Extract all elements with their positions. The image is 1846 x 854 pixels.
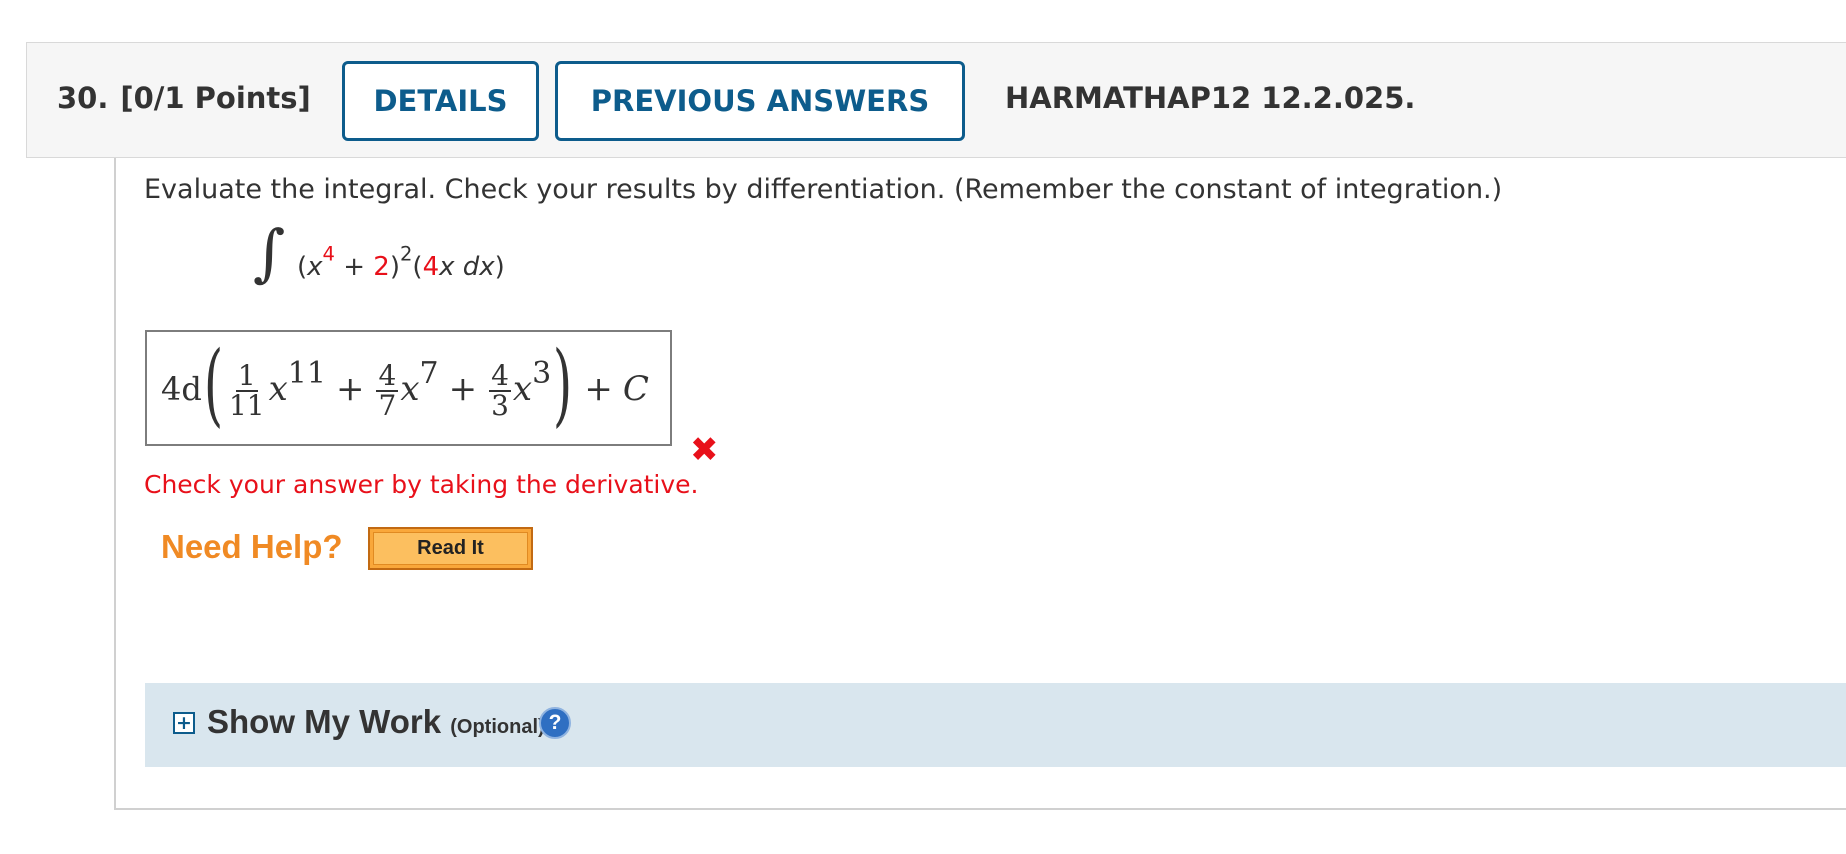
fraction-2: 47 <box>376 359 399 422</box>
show-my-work-optional: (Optional) <box>450 716 545 738</box>
integrand-coef-4: 4 <box>422 252 440 282</box>
term-1-var: x <box>268 369 288 409</box>
integrand-close-paren-2: ) <box>494 252 505 282</box>
integrand-exp-4: 4 <box>322 242 335 266</box>
fraction-2-numerator: 4 <box>376 359 399 392</box>
show-my-work-title: Show My Work <box>207 703 442 740</box>
integrand-const-2: 2 <box>373 252 390 282</box>
help-icon[interactable]: ? <box>539 707 571 739</box>
fraction-3-denominator: 3 <box>491 389 509 422</box>
constant-of-integration: C <box>622 369 649 409</box>
read-it-label: Read It <box>373 532 528 565</box>
need-help-label: Need Help? <box>161 528 343 565</box>
previous-answers-button[interactable]: PREVIOUS ANSWERS <box>555 61 965 141</box>
fraction-2-denominator: 7 <box>378 389 397 422</box>
fraction-1: 1 11 <box>227 362 267 420</box>
integrand-exp-2: 2 <box>400 242 413 266</box>
term-1-exponent: 11 <box>287 355 326 391</box>
question-header: 30. [0/1 Points] DETAILS PREVIOUS ANSWERS… <box>26 42 1846 158</box>
plus-2: + <box>448 369 478 409</box>
integrand-dx: x dx <box>439 252 495 282</box>
right-paren: ) <box>553 332 573 437</box>
integrand-open-paren: ( <box>297 252 308 282</box>
question-points: [0/1 Points] <box>120 81 311 115</box>
integrand-var: x <box>307 252 323 282</box>
feedback-message: Check your answer by taking the derivati… <box>144 470 699 499</box>
cross-icon: ✖ <box>690 430 719 470</box>
answer-coefficient: 4d <box>161 370 202 408</box>
left-paren: ( <box>203 332 224 437</box>
answer-math: 4d ( 1 11 x 11 + 47 x7 + 43 x3 ) + C <box>161 340 649 434</box>
show-my-work-label[interactable]: Show My Work (Optional) <box>207 703 545 741</box>
fraction-3-numerator: 4 <box>489 359 511 392</box>
show-my-work-panel[interactable]: + Show My Work (Optional) ? <box>145 683 1846 767</box>
answer-input[interactable]: 4d ( 1 11 x 11 + 47 x7 + 43 x3 ) + C <box>145 330 672 446</box>
term-2-exponent: 7 <box>419 355 439 391</box>
fraction-1-denominator: 11 <box>228 389 265 422</box>
read-it-button[interactable]: Read It <box>368 527 533 570</box>
term-2-var: x <box>400 369 420 409</box>
expand-icon[interactable]: + <box>173 712 195 734</box>
integral-sign: ∫ <box>253 216 286 289</box>
plus-3: + <box>584 369 613 409</box>
question-number-text: 30. <box>57 81 109 115</box>
question-prompt: Evaluate the integral. Check your result… <box>144 174 1503 205</box>
fraction-1-numerator: 1 <box>235 359 258 392</box>
integrand: (x4 + 2)2(4x dx) <box>297 244 505 282</box>
plus-1: + <box>335 369 365 409</box>
integrand-close-paren: ) <box>389 252 400 282</box>
term-3-exponent: 3 <box>532 355 552 391</box>
fraction-3: 43 <box>489 362 511 420</box>
integrand-plus: + <box>334 252 374 282</box>
term-3-var: x <box>512 369 533 409</box>
details-button[interactable]: DETAILS <box>342 61 539 141</box>
question-number: 30. [0/1 Points] <box>57 81 311 115</box>
integrand-open-paren-2: ( <box>412 252 423 282</box>
question-code: HARMATHAP12 12.2.025. <box>1005 81 1416 115</box>
